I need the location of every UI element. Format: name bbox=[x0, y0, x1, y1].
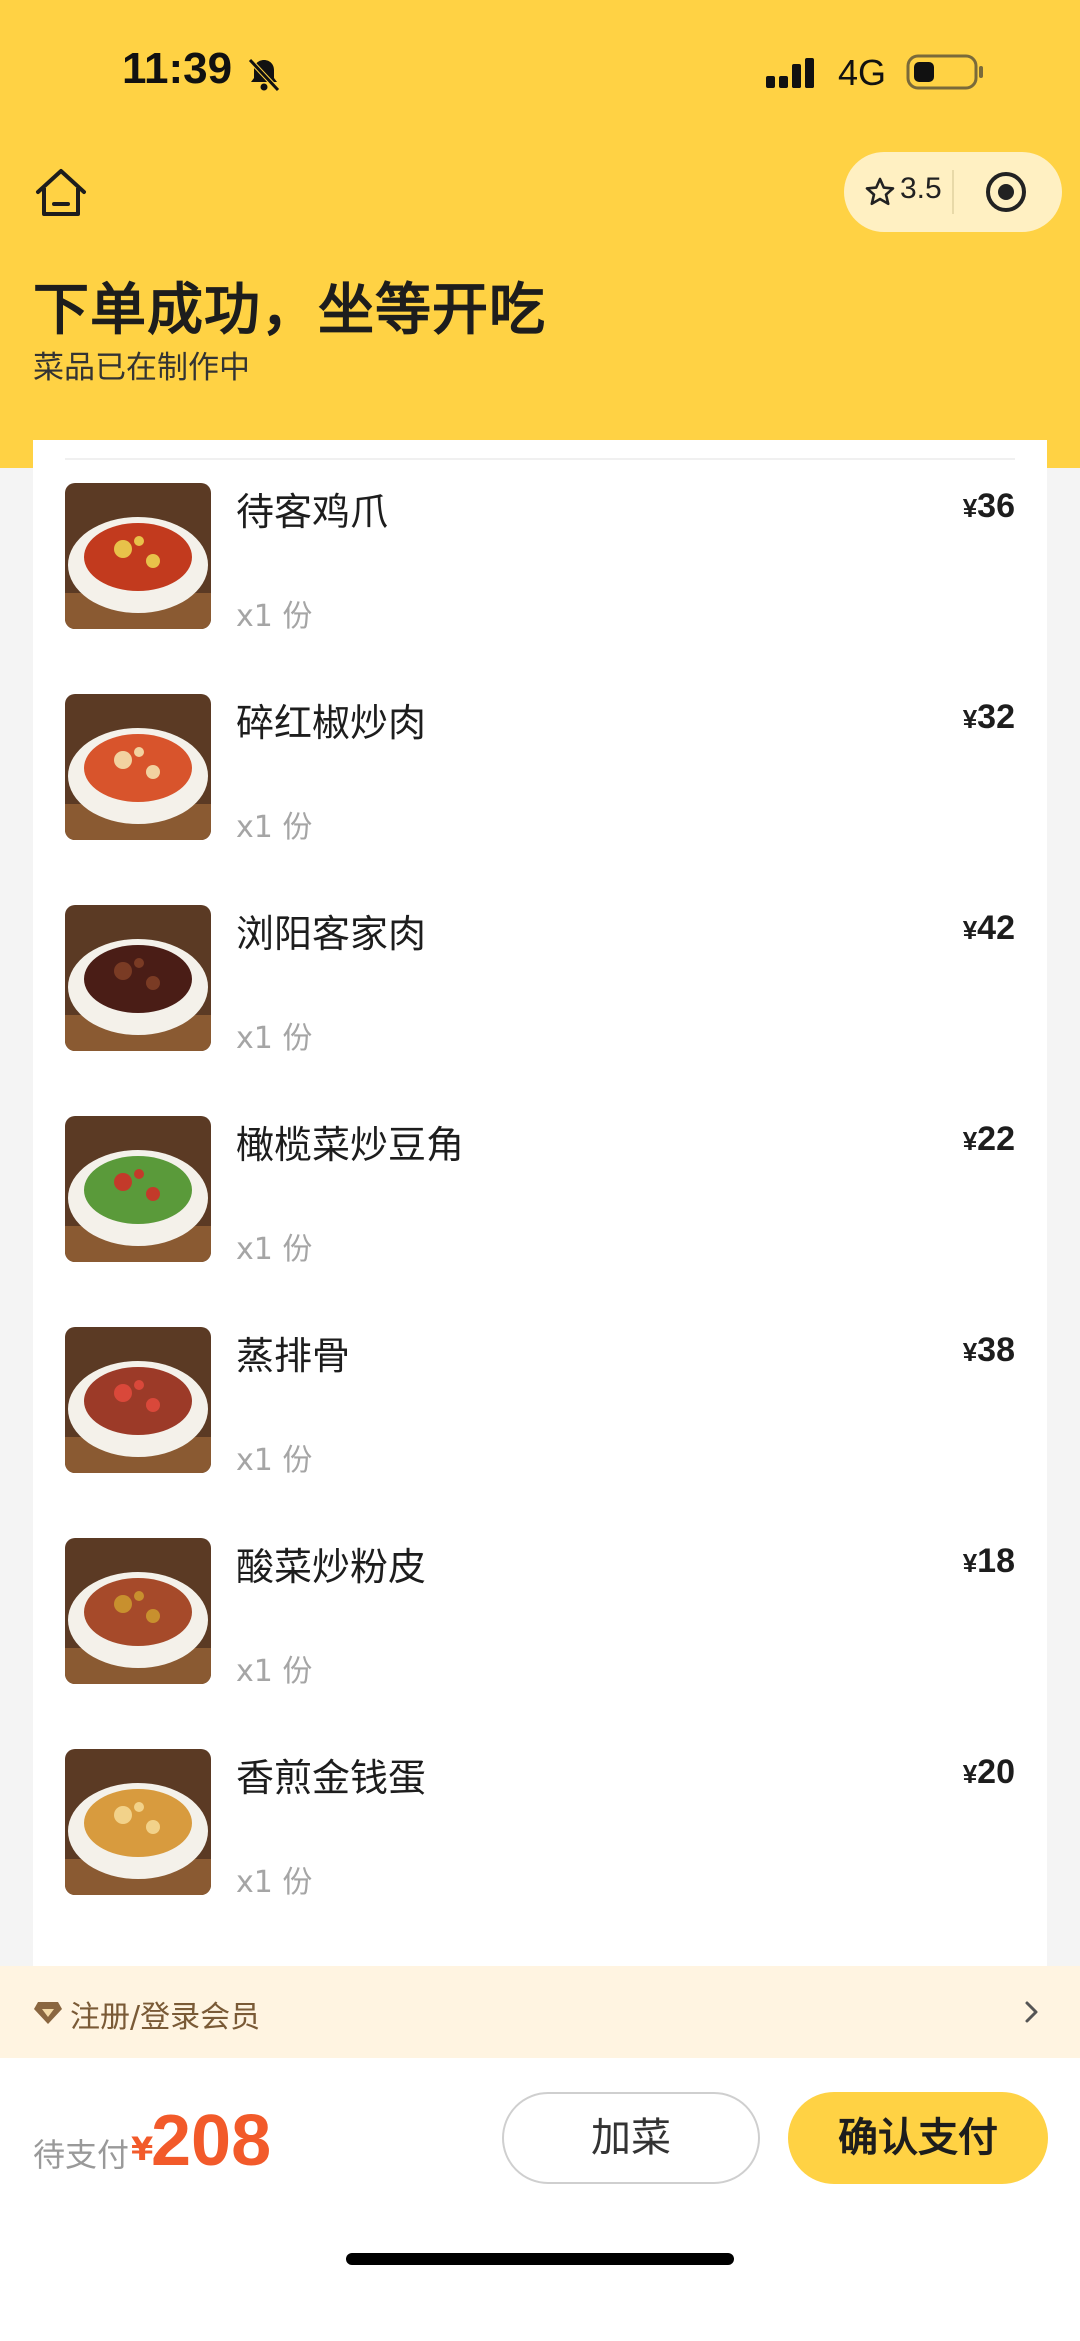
dish-price-value: 20 bbox=[977, 1753, 1015, 1791]
dish-price: ¥18 bbox=[963, 1542, 1015, 1581]
order-item: 酸菜炒粉皮 x1 份 ¥18 bbox=[33, 1538, 1047, 1689]
dish-price: ¥20 bbox=[963, 1753, 1015, 1792]
dish-name: 香煎金钱蛋 bbox=[236, 1756, 427, 1800]
dish-name: 蒸排骨 bbox=[236, 1334, 351, 1378]
battery-icon bbox=[906, 54, 983, 90]
dish-quantity: x1 份 bbox=[236, 599, 313, 634]
dish-name: 橄榄菜炒豆角 bbox=[236, 1123, 465, 1167]
dish-price-currency: ¥ bbox=[962, 1548, 978, 1578]
home-indicator bbox=[346, 2253, 734, 2265]
dish-quantity: x1 份 bbox=[236, 1021, 313, 1056]
network-label: 4G bbox=[838, 52, 887, 93]
dish-price-value: 22 bbox=[977, 1120, 1015, 1158]
order-item: 橄榄菜炒豆角 x1 份 ¥22 bbox=[33, 1116, 1047, 1267]
dish-photo bbox=[65, 1538, 211, 1684]
dish-price-currency: ¥ bbox=[962, 1759, 978, 1789]
dish-price: ¥38 bbox=[963, 1331, 1015, 1370]
dish-price: ¥32 bbox=[963, 698, 1015, 737]
dish-photo bbox=[65, 694, 211, 840]
capsule-divider bbox=[952, 170, 954, 214]
add-dish-button[interactable]: 加菜 bbox=[502, 2092, 760, 2184]
status-time: 11:39 bbox=[122, 44, 233, 93]
card-divider bbox=[65, 458, 1015, 460]
dish-quantity: x1 份 bbox=[236, 1232, 313, 1267]
star-icon bbox=[865, 177, 895, 206]
dish-price-currency: ¥ bbox=[962, 493, 978, 523]
dish-price-value: 42 bbox=[977, 909, 1015, 947]
checkout-footer: 待支付 ¥ 208 加菜 确认支付 bbox=[0, 2058, 1080, 2341]
member-login-label: 注册/登录会员 bbox=[70, 2000, 261, 2035]
dish-quantity: x1 份 bbox=[236, 1443, 313, 1478]
member-login-bar[interactable]: 注册/登录会员 bbox=[0, 1966, 1080, 2058]
dish-price-currency: ¥ bbox=[962, 1126, 978, 1156]
dish-photo bbox=[65, 483, 211, 629]
order-item: 香煎金钱蛋 x1 份 ¥20 bbox=[33, 1749, 1047, 1900]
dish-name: 碎红椒炒肉 bbox=[236, 701, 427, 745]
status-bar: 11:39 4G bbox=[0, 0, 1080, 140]
order-item: 待客鸡爪 x1 份 ¥36 bbox=[33, 483, 1047, 634]
dish-price-value: 38 bbox=[977, 1331, 1015, 1369]
confirm-pay-button[interactable]: 确认支付 bbox=[788, 2092, 1048, 2184]
chevron-right-icon bbox=[1025, 2001, 1038, 2023]
dish-quantity: x1 份 bbox=[236, 810, 313, 845]
dish-price: ¥36 bbox=[963, 487, 1015, 526]
home-icon[interactable] bbox=[32, 164, 90, 222]
order-success-page: 11:39 4G 3.5 下单成功，坐等开吃 菜品已在制作中 待客鸡爪 x1 份… bbox=[0, 0, 1080, 2341]
dish-name: 待客鸡爪 bbox=[236, 490, 389, 534]
order-item: 浏阳客家肉 x1 份 ¥42 bbox=[33, 905, 1047, 1056]
dish-photo bbox=[65, 1749, 211, 1895]
bell-muted-icon bbox=[248, 58, 280, 92]
pending-pay-amount: 208 bbox=[151, 2101, 272, 2181]
order-item: 碎红椒炒肉 x1 份 ¥32 bbox=[33, 694, 1047, 845]
dish-price: ¥42 bbox=[963, 909, 1015, 948]
dish-quantity: x1 份 bbox=[236, 1865, 313, 1900]
page-title: 下单成功，坐等开吃 bbox=[33, 278, 546, 343]
pending-pay-currency: ¥ bbox=[131, 2130, 154, 2168]
dish-price-value: 18 bbox=[977, 1542, 1015, 1580]
dish-price-currency: ¥ bbox=[962, 1337, 978, 1367]
signal-icon bbox=[766, 58, 814, 88]
dish-photo bbox=[65, 1327, 211, 1473]
header-banner: 11:39 4G 3.5 下单成功，坐等开吃 菜品已在制作中 bbox=[0, 0, 1080, 468]
dish-name: 浏阳客家肉 bbox=[236, 912, 427, 956]
dish-price-value: 36 bbox=[977, 487, 1015, 525]
rating-capsule[interactable]: 3.5 bbox=[844, 152, 1062, 232]
diamond-icon bbox=[34, 2002, 62, 2024]
dish-photo bbox=[65, 905, 211, 1051]
dish-name: 酸菜炒粉皮 bbox=[236, 1545, 427, 1589]
rating-value: 3.5 bbox=[900, 172, 942, 205]
order-item: 蒸排骨 x1 份 ¥38 bbox=[33, 1327, 1047, 1478]
page-subtitle: 菜品已在制作中 bbox=[33, 350, 250, 386]
pending-pay-label: 待支付 bbox=[33, 2136, 130, 2174]
dish-quantity: x1 份 bbox=[236, 1654, 313, 1689]
target-icon[interactable] bbox=[984, 170, 1028, 214]
dish-price-currency: ¥ bbox=[962, 704, 978, 734]
dish-price-value: 32 bbox=[977, 698, 1015, 736]
order-card: 待客鸡爪 x1 份 ¥36 碎红椒炒肉 x1 份 ¥32 浏阳客家肉 x1 份 ¥42 橄榄菜炒豆… bbox=[33, 440, 1047, 1968]
dish-photo bbox=[65, 1116, 211, 1262]
dish-price-currency: ¥ bbox=[962, 915, 978, 945]
dish-price: ¥22 bbox=[963, 1120, 1015, 1159]
